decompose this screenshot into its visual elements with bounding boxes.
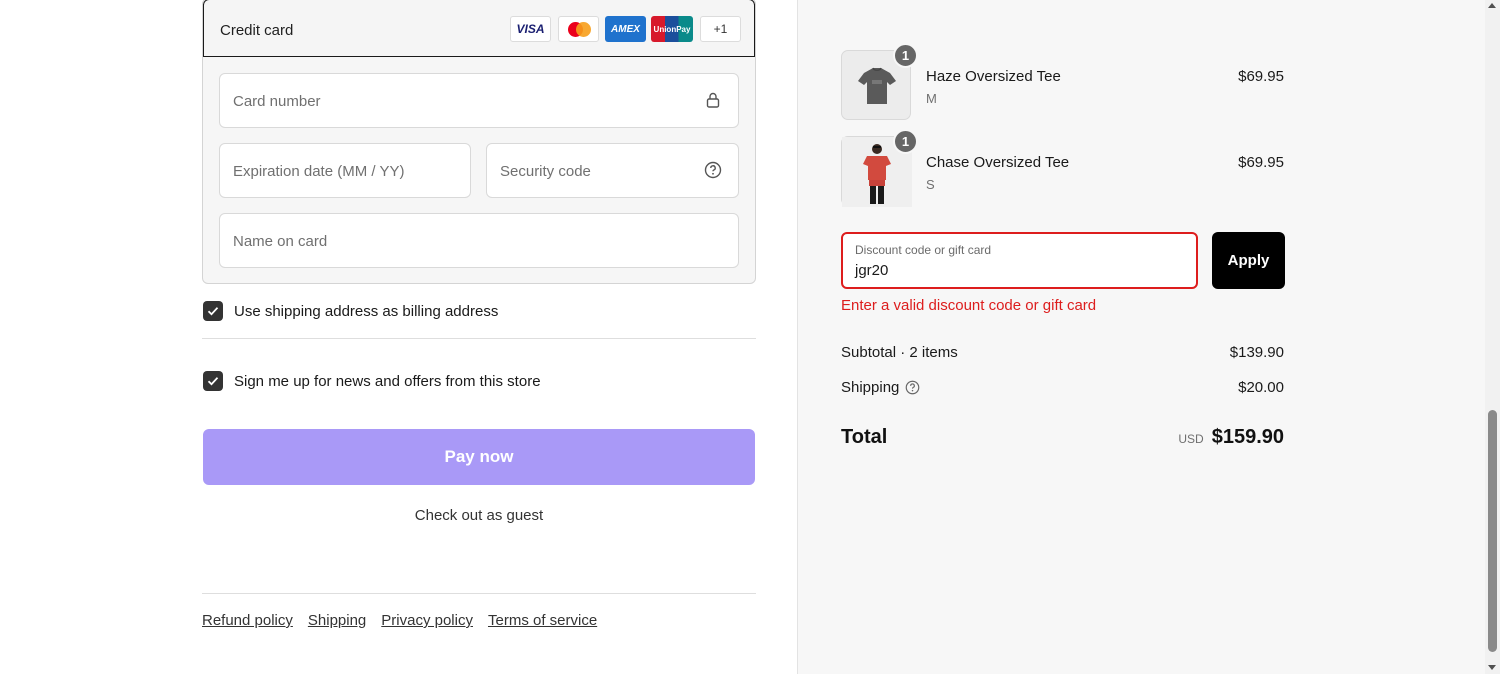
expiration-placeholder: Expiration date (MM / YY) xyxy=(233,163,405,180)
security-code-field[interactable]: Security code xyxy=(486,143,739,198)
amex-icon: AMEX xyxy=(605,16,646,42)
shipping-label-text: Shipping xyxy=(841,379,900,396)
terms-of-service-link[interactable]: Terms of service xyxy=(488,612,597,629)
product-thumbnail: 1 xyxy=(841,129,918,207)
checkout-main: Credit card VISA AMEX UnionPay +1 Card n… xyxy=(0,0,797,674)
shipping-value: $20.00 xyxy=(1238,379,1284,396)
refund-policy-link[interactable]: Refund policy xyxy=(202,612,293,629)
currency-code: USD xyxy=(1178,432,1204,446)
order-summary: 1 Haze Oversized Tee M $69.95 1 Chase Ov… xyxy=(797,0,1485,674)
item-variant: S xyxy=(926,177,935,192)
discount-code-value: jgr20 xyxy=(855,262,889,279)
item-name: Haze Oversized Tee xyxy=(926,68,1061,85)
total-amount: USD $159.90 xyxy=(1178,426,1284,449)
total-label: Total xyxy=(841,426,888,448)
discount-error-message: Enter a valid discount code or gift card xyxy=(841,297,1097,314)
billing-address-checkbox[interactable] xyxy=(203,301,223,321)
discount-code-label: Discount code or gift card xyxy=(855,243,992,257)
quantity-badge: 1 xyxy=(893,43,918,68)
newsletter-label: Sign me up for news and offers from this… xyxy=(234,373,541,390)
total-value: $159.90 xyxy=(1211,426,1284,448)
card-number-field[interactable]: Card number xyxy=(219,73,739,128)
unionpay-icon: UnionPay xyxy=(651,16,693,42)
footer-links: Refund policy Shipping Privacy policy Te… xyxy=(202,612,597,629)
credit-card-option[interactable]: Credit card VISA AMEX UnionPay +1 xyxy=(203,0,755,57)
checkmark-icon xyxy=(207,307,219,316)
help-icon[interactable] xyxy=(905,380,920,395)
newsletter-checkbox[interactable] xyxy=(203,371,223,391)
discount-code-input[interactable]: Discount code or gift card jgr20 xyxy=(841,232,1198,289)
scrollbar-thumb[interactable] xyxy=(1488,410,1497,652)
name-on-card-placeholder: Name on card xyxy=(233,233,328,250)
subtotal-label: Subtotal · 2 items xyxy=(841,344,958,361)
item-variant: M xyxy=(926,91,937,106)
scroll-up-arrow-icon[interactable] xyxy=(1488,3,1496,8)
footer-divider xyxy=(202,593,756,594)
card-number-placeholder: Card number xyxy=(233,93,321,110)
checkout-as-guest-link[interactable]: Check out as guest xyxy=(203,507,755,524)
subtotal-label-text: Subtotal · 2 items xyxy=(841,344,958,361)
shipping-row-label: Shipping xyxy=(841,379,920,396)
item-price: $69.95 xyxy=(1238,68,1284,85)
product-thumbnail: 1 xyxy=(841,43,918,120)
checkmark-icon xyxy=(207,377,219,386)
name-on-card-field[interactable]: Name on card xyxy=(219,213,739,268)
pay-now-button[interactable]: Pay now xyxy=(203,429,755,485)
vertical-scrollbar[interactable] xyxy=(1485,0,1500,674)
more-brands-badge: +1 xyxy=(700,16,741,42)
payment-box: Credit card VISA AMEX UnionPay +1 Card n… xyxy=(202,0,756,284)
mastercard-icon xyxy=(558,16,599,42)
help-icon[interactable] xyxy=(704,161,722,179)
shipping-policy-link[interactable]: Shipping xyxy=(308,612,366,629)
scroll-down-arrow-icon[interactable] xyxy=(1488,665,1496,670)
item-price: $69.95 xyxy=(1238,154,1284,171)
lock-icon xyxy=(706,92,720,108)
item-name: Chase Oversized Tee xyxy=(926,154,1070,171)
expiration-field[interactable]: Expiration date (MM / YY) xyxy=(219,143,471,198)
billing-address-label: Use shipping address as billing address xyxy=(234,303,499,320)
divider xyxy=(202,338,756,339)
subtotal-value: $139.90 xyxy=(1229,344,1284,361)
apply-button[interactable]: Apply xyxy=(1212,232,1285,289)
credit-card-label: Credit card xyxy=(220,22,294,39)
visa-icon: VISA xyxy=(510,16,551,42)
privacy-policy-link[interactable]: Privacy policy xyxy=(381,612,473,629)
security-code-placeholder: Security code xyxy=(500,163,591,180)
quantity-badge: 1 xyxy=(893,129,918,154)
